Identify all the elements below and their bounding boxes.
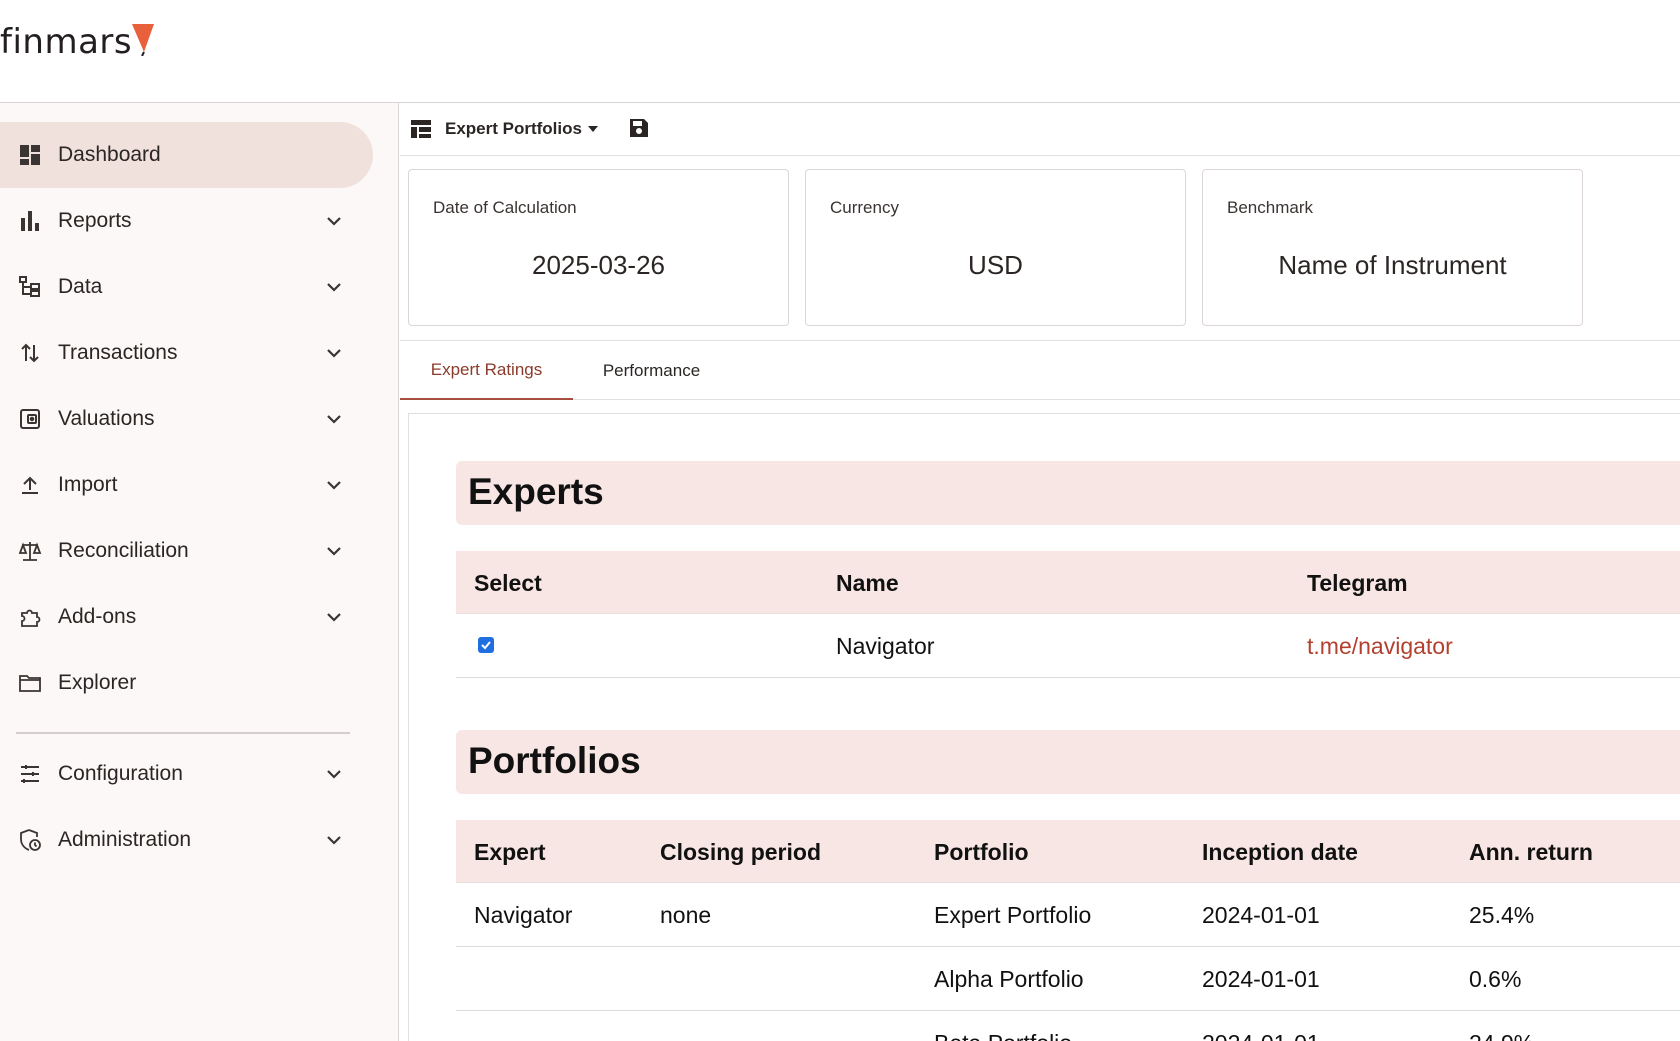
wallet-icon xyxy=(16,405,44,433)
sidebar-divider xyxy=(16,732,350,734)
data-tree-icon xyxy=(16,273,44,301)
caret-down-icon[interactable] xyxy=(585,121,601,137)
chevron-down-icon[interactable] xyxy=(322,828,346,852)
sidebar-item-label: Reconciliation xyxy=(58,539,189,562)
upload-icon xyxy=(16,471,44,499)
column-header: Name xyxy=(836,570,899,596)
cell-inception-date: 2024-01-01 xyxy=(1202,1030,1320,1041)
scale-icon xyxy=(16,537,44,565)
sidebar-item-label: Configuration xyxy=(58,762,183,785)
table-row: Alpha Portfolio 2024-01-01 0.6% xyxy=(456,947,1680,1011)
column-header: Portfolio xyxy=(934,839,1029,865)
cell-expert: Navigator xyxy=(474,902,573,928)
sidebar-item-label: Reports xyxy=(58,209,132,232)
chevron-down-icon[interactable] xyxy=(322,539,346,563)
bar-chart-icon xyxy=(16,207,44,235)
sidebar-item-label: Valuations xyxy=(58,407,155,430)
chevron-down-icon[interactable] xyxy=(322,762,346,786)
card-value: USD xyxy=(968,250,1023,280)
sidebar-item-label: Administration xyxy=(58,828,192,851)
sidebar-item-label: Explorer xyxy=(58,671,137,694)
sidebar-item-label: Import xyxy=(58,473,118,496)
cell-portfolio: Beta Portfolio xyxy=(934,1030,1072,1041)
chevron-down-icon[interactable] xyxy=(322,407,346,431)
sidebar-item-import[interactable]: Import xyxy=(0,452,373,518)
cell-inception-date: 2024-01-01 xyxy=(1202,966,1320,992)
benchmark-card[interactable]: Benchmark Name of Instrument xyxy=(1202,169,1583,326)
chevron-down-icon[interactable] xyxy=(322,275,346,299)
sidebar-item-label: Dashboard xyxy=(58,143,161,166)
puzzle-icon xyxy=(16,603,44,631)
main-content: Expert Portfolios Date of Calculation 20… xyxy=(400,103,1680,1041)
cell-inception-date: 2024-01-01 xyxy=(1202,902,1320,928)
card-value: 2025-03-26 xyxy=(532,250,665,280)
sidebar-item-valuations[interactable]: Valuations xyxy=(0,386,373,452)
chevron-down-icon[interactable] xyxy=(322,473,346,497)
dashboard-icon xyxy=(16,141,44,169)
telegram-link[interactable]: t.me/navigator xyxy=(1307,633,1453,660)
expert-name: Navigator xyxy=(836,633,935,659)
tab-expert-ratings[interactable]: Expert Ratings xyxy=(400,341,573,400)
portfolios-table-header: Expert Closing period Portfolio Inceptio… xyxy=(456,820,1680,883)
sliders-icon xyxy=(16,760,44,788)
experts-table-header: Select Name Telegram xyxy=(456,551,1680,614)
cell-ann-return: 0.6% xyxy=(1469,966,1522,992)
cell-portfolio: Expert Portfolio xyxy=(934,902,1092,928)
sidebar-item-dashboard[interactable]: Dashboard xyxy=(0,122,373,188)
cell-ann-return: 24.9% xyxy=(1469,1030,1534,1041)
card-label: Currency xyxy=(830,198,899,217)
logo-text: finmars xyxy=(0,22,133,62)
save-icon[interactable] xyxy=(628,117,650,139)
table-row: Beta Portfolio 2024-01-01 24.9% xyxy=(456,1011,1680,1041)
column-header: Select xyxy=(474,570,542,596)
folder-icon xyxy=(16,669,44,697)
sidebar-item-add-ons[interactable]: Add-ons xyxy=(0,584,373,650)
cell-ann-return: 25.4% xyxy=(1469,902,1535,928)
chevron-down-icon[interactable] xyxy=(322,209,346,233)
sidebar-item-reconciliation[interactable]: Reconciliation xyxy=(0,518,373,584)
sidebar-item-data[interactable]: Data xyxy=(0,254,373,320)
tabs-bar: Expert Ratings Performance xyxy=(400,340,1680,400)
section-title: Portfolios xyxy=(468,740,641,781)
tab-performance[interactable]: Performance xyxy=(573,341,730,400)
sidebar-item-transactions[interactable]: Transactions xyxy=(0,320,373,386)
sidebar-item-label: Data xyxy=(58,275,103,298)
sidebar: Dashboard Reports Data Transactions Valu… xyxy=(0,103,399,1041)
logo-mark-icon xyxy=(132,24,155,56)
cell-portfolio: Alpha Portfolio xyxy=(934,966,1084,992)
sidebar-item-label: Add-ons xyxy=(58,605,137,628)
column-header: Closing period xyxy=(660,839,821,865)
sidebar-item-reports[interactable]: Reports xyxy=(0,188,373,254)
swap-vertical-icon xyxy=(16,339,44,367)
dashboard-toolbar: Expert Portfolios xyxy=(400,103,1680,156)
layout-selector[interactable]: Expert Portfolios xyxy=(445,119,582,139)
chevron-down-icon[interactable] xyxy=(322,605,346,629)
card-label: Date of Calculation xyxy=(433,198,577,217)
sidebar-item-explorer[interactable]: Explorer xyxy=(0,650,373,716)
column-header: Inception date xyxy=(1202,839,1358,865)
table-row: Navigator none Expert Portfolio 2024-01-… xyxy=(456,883,1680,947)
chevron-down-icon[interactable] xyxy=(322,341,346,365)
sidebar-item-configuration[interactable]: Configuration xyxy=(0,741,373,807)
cell-closing-period: none xyxy=(660,902,712,928)
card-label: Benchmark xyxy=(1227,198,1313,217)
expert-ratings-panel: Experts Select Name Telegram Navigator t… xyxy=(408,413,1680,1041)
select-checkbox[interactable] xyxy=(478,637,494,653)
experts-section-header: Experts xyxy=(456,461,1680,525)
column-header: Ann. return xyxy=(1469,839,1593,865)
layout-icon xyxy=(411,120,431,138)
date-of-calculation-card[interactable]: Date of Calculation 2025-03-26 xyxy=(408,169,789,326)
portfolios-section-header: Portfolios xyxy=(456,730,1680,794)
table-row: Navigator t.me/navigator xyxy=(456,614,1680,678)
admin-shield-icon xyxy=(16,826,44,854)
column-header: Expert xyxy=(474,839,546,865)
currency-card[interactable]: Currency USD xyxy=(805,169,1186,326)
top-header: finmars xyxy=(0,0,1680,103)
finmars-logo[interactable]: finmars xyxy=(0,22,156,62)
card-value: Name of Instrument xyxy=(1278,250,1507,280)
sidebar-item-label: Transactions xyxy=(58,341,178,364)
sidebar-item-administration[interactable]: Administration xyxy=(0,807,373,873)
column-header: Telegram xyxy=(1307,570,1408,596)
section-title: Experts xyxy=(468,471,604,512)
